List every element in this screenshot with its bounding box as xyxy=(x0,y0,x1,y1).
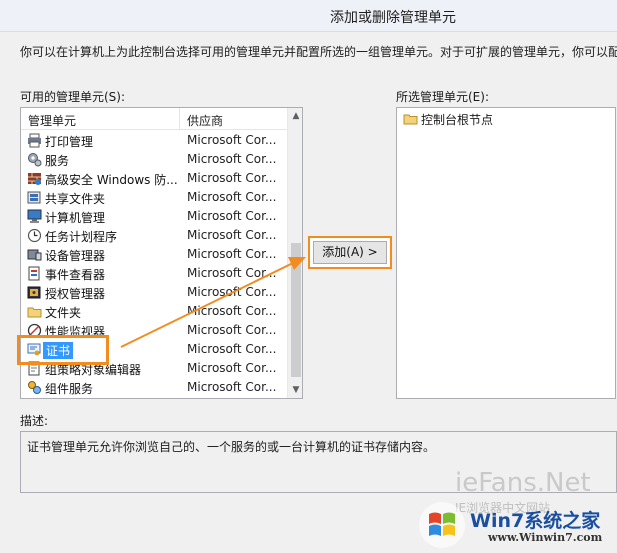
snapin-row-folder[interactable]: 文件夹 Microsoft Cor... xyxy=(21,302,287,321)
snapin-name: 事件查看器 xyxy=(45,268,106,282)
snapin-row-firewall[interactable]: 高级安全 Windows 防... Microsoft Cor... xyxy=(21,169,287,188)
snapin-row-print-management[interactable]: 打印管理 Microsoft Cor... xyxy=(21,131,287,150)
snapin-name: 设备管理器 xyxy=(45,249,106,263)
device-icon xyxy=(27,247,42,262)
event-log-icon xyxy=(27,266,42,281)
snapin-vendor: Microsoft Cor... xyxy=(187,342,277,356)
title-bar[interactable]: 添加或删除管理单元 xyxy=(0,0,617,32)
add-button[interactable]: 添加(A) > xyxy=(313,241,387,264)
snapin-vendor: Microsoft Cor... xyxy=(187,285,277,299)
snapin-vendor: Microsoft Cor... xyxy=(187,247,277,261)
window-title: 添加或删除管理单元 xyxy=(330,10,456,26)
selected-snapins-label: 所选管理单元(E): xyxy=(396,90,489,104)
snapin-name: 任务计划程序 xyxy=(45,230,118,244)
snapin-row-services[interactable]: 服务 Microsoft Cor... xyxy=(21,150,287,169)
windows-logo-icon xyxy=(419,502,465,548)
column-header-snapin[interactable]: 管理单元 xyxy=(28,112,76,129)
computer-icon xyxy=(27,209,42,224)
description-text: 证书管理单元允许你浏览自己的、一个服务的或一台计算机的证书存储内容。 xyxy=(27,440,436,454)
clock-icon xyxy=(27,228,42,243)
snapin-vendor: Microsoft Cor... xyxy=(187,266,277,280)
snapin-row-computer-management[interactable]: 计算机管理 Microsoft Cor... xyxy=(21,207,287,226)
snapin-vendor: Microsoft Cor... xyxy=(187,323,277,337)
scroll-down-icon[interactable]: ▼ xyxy=(288,382,302,398)
column-header-vendor[interactable]: 供应商 xyxy=(187,112,223,129)
column-divider[interactable] xyxy=(179,108,180,130)
printer-icon xyxy=(27,133,42,148)
snapin-name: 共享文件夹 xyxy=(45,192,106,206)
snapin-vendor: Microsoft Cor... xyxy=(187,171,277,185)
gear-icon xyxy=(27,152,42,167)
snapin-name: 组件服务 xyxy=(45,382,94,396)
snapin-name: 授权管理器 xyxy=(45,287,106,301)
snapin-vendor: Microsoft Cor... xyxy=(187,361,277,375)
snapin-name: 文件夹 xyxy=(45,306,82,320)
scroll-up-icon[interactable]: ▲ xyxy=(288,108,302,124)
add-button-highlight: 添加(A) > xyxy=(308,236,392,269)
watermark-iefans: ieFans.Net xyxy=(455,468,591,498)
snapin-row-event-viewer[interactable]: 事件查看器 Microsoft Cor... xyxy=(21,264,287,283)
snapin-vendor: Microsoft Cor... xyxy=(187,380,277,394)
component-icon xyxy=(27,380,42,395)
snapin-name: 计算机管理 xyxy=(45,211,106,225)
available-snapins-label: 可用的管理单元(S): xyxy=(20,90,126,104)
snapin-name: 服务 xyxy=(45,154,70,168)
snapin-vendor: Microsoft Cor... xyxy=(187,228,277,242)
snapin-vendor: Microsoft Cor... xyxy=(187,190,277,204)
snapin-vendor: Microsoft Cor... xyxy=(187,133,277,147)
description-label: 描述: xyxy=(20,414,49,428)
snapin-vendor: Microsoft Cor... xyxy=(187,304,277,318)
snapin-vendor: Microsoft Cor... xyxy=(187,209,277,223)
list-header: 管理单元 供应商 xyxy=(21,108,287,130)
snapin-name: 高级安全 Windows 防... xyxy=(45,173,178,187)
snapin-row-task-scheduler[interactable]: 任务计划程序 Microsoft Cor... xyxy=(21,226,287,245)
snapin-row-component-services[interactable]: 组件服务 Microsoft Cor... xyxy=(21,378,287,397)
snapin-vendor: Microsoft Cor... xyxy=(187,152,277,166)
snapin-row-authorization-manager[interactable]: 授权管理器 Microsoft Cor... xyxy=(21,283,287,302)
watermark-url: www.Winwin7.com xyxy=(488,531,603,544)
console-root-label: 控制台根节点 xyxy=(421,113,494,127)
authorization-icon xyxy=(27,285,42,300)
watermark-brand: Win7系统之家 xyxy=(470,510,601,532)
folder-icon xyxy=(27,304,42,319)
scroll-thumb[interactable] xyxy=(291,243,301,377)
snapin-name: 打印管理 xyxy=(45,135,94,149)
snapin-row-device-manager[interactable]: 设备管理器 Microsoft Cor... xyxy=(21,245,287,264)
folder-icon xyxy=(403,113,418,125)
selection-highlight-box xyxy=(17,335,109,365)
intro-text: 你可以在计算机上为此控制台选择可用的管理单元并配置所选的一组管理单元。对于可扩展… xyxy=(20,45,617,59)
snapin-row-shared-folders[interactable]: 共享文件夹 Microsoft Cor... xyxy=(21,188,287,207)
list-scrollbar[interactable]: ▲ ▼ xyxy=(287,108,302,398)
firewall-icon xyxy=(27,171,42,186)
selected-snapins-list[interactable]: 控制台根节点 xyxy=(396,107,616,399)
shared-folder-icon xyxy=(27,190,42,205)
